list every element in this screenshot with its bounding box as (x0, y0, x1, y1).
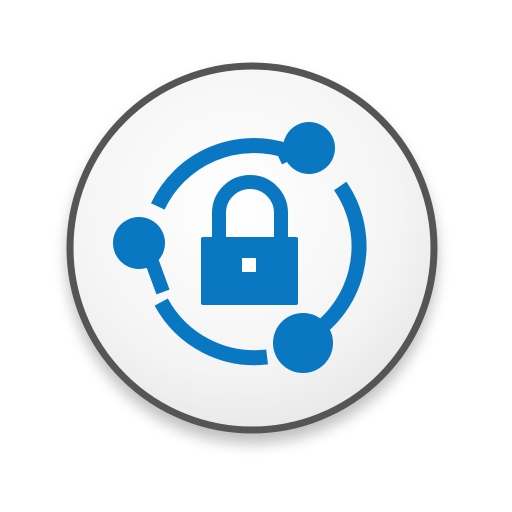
app-icon-canvas (0, 0, 512, 512)
secure-network-lock-icon[interactable] (0, 0, 512, 512)
network-node (113, 217, 165, 269)
network-node (273, 313, 333, 373)
keyhole (242, 258, 256, 272)
network-node (283, 122, 335, 174)
